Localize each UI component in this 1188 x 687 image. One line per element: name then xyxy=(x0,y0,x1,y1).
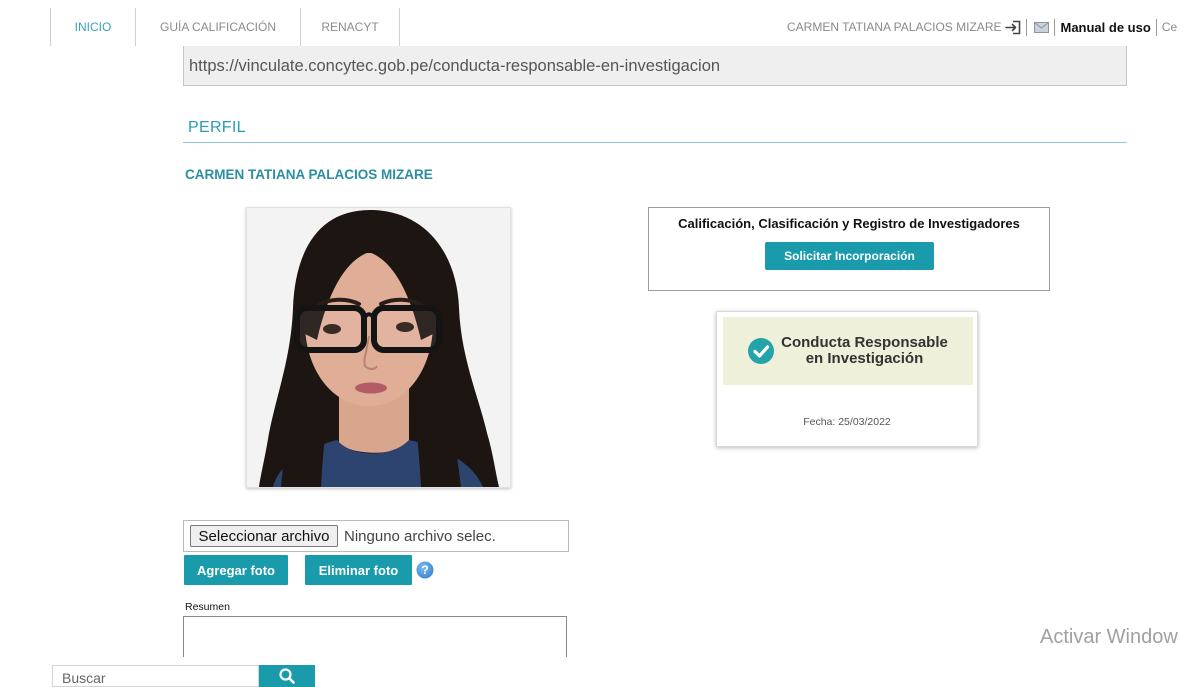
add-photo-button[interactable]: Agregar foto xyxy=(184,555,288,585)
activation-watermark: Activar Window xyxy=(1040,626,1178,648)
badge-date: Fecha: 25/03/2022 xyxy=(803,416,891,428)
choose-file-button[interactable]: Seleccionar archivo xyxy=(190,525,338,547)
logout-icon[interactable] xyxy=(1004,20,1021,35)
search-icon xyxy=(279,668,295,684)
summary-textarea[interactable] xyxy=(183,616,567,657)
separator xyxy=(1155,18,1157,36)
manual-de-uso-link[interactable]: Manual de uso xyxy=(1060,20,1150,35)
tab-label: INICIO xyxy=(74,20,112,34)
tab-guia-calificacion[interactable]: GUÍA CALIFICACIÓN xyxy=(135,8,300,46)
profile-photo xyxy=(246,207,511,488)
search-bar xyxy=(0,657,1188,687)
remove-photo-button[interactable]: Eliminar foto xyxy=(305,555,412,585)
help-glyph: ? xyxy=(421,563,428,577)
tab-inicio[interactable]: INICIO xyxy=(50,8,135,46)
search-input[interactable] xyxy=(52,665,259,687)
file-input[interactable]: Seleccionar archivo Ninguno archivo sele… xyxy=(183,520,569,552)
page-content: INICIO GUÍA CALIFICACIÓN RENACYT CARMEN … xyxy=(0,0,1188,657)
section-divider xyxy=(183,142,1127,143)
truncated-nav-link[interactable]: Ce xyxy=(1162,20,1177,34)
user-menu: CARMEN TATIANA PALACIOS MIZARE Manual de… xyxy=(787,8,1188,46)
section-title-perfil: PERFIL xyxy=(188,119,246,136)
registry-panel: Calificación, Clasificación y Registro d… xyxy=(648,207,1050,291)
summary-label: Resumen xyxy=(185,601,230,613)
check-circle-icon xyxy=(748,338,775,364)
help-icon[interactable]: ? xyxy=(416,561,434,579)
profile-full-name: CARMEN TATIANA PALACIOS MIZARE xyxy=(185,167,433,182)
file-status-text: Ninguno archivo selec. xyxy=(344,527,496,545)
registry-title: Calificación, Clasificación y Registro d… xyxy=(678,216,1020,231)
separator xyxy=(1054,18,1056,36)
tab-label: GUÍA CALIFICACIÓN xyxy=(159,20,277,34)
envelope-icon[interactable] xyxy=(1034,21,1050,33)
tab-label: RENACYT xyxy=(321,20,379,34)
badge-title-line1: Conducta Responsable xyxy=(781,334,948,351)
conduct-badge-card: Conducta Responsable en Investigación Fe… xyxy=(716,311,978,447)
search-button[interactable] xyxy=(259,665,315,687)
conduct-url[interactable]: https://vinculate.concytec.gob.pe/conduc… xyxy=(189,57,720,75)
user-name-link[interactable]: CARMEN TATIANA PALACIOS MIZARE xyxy=(787,20,1001,34)
badge-title: Conducta Responsable en Investigación xyxy=(781,335,948,367)
tab-renacyt[interactable]: RENACYT xyxy=(300,8,400,46)
badge-title-line2: en Investigación xyxy=(805,350,924,367)
separator xyxy=(1026,18,1028,36)
solicitar-incorporacion-button[interactable]: Solicitar Incorporación xyxy=(765,242,934,270)
badge-banner: Conducta Responsable en Investigación xyxy=(723,317,973,385)
top-navigation: INICIO GUÍA CALIFICACIÓN RENACYT CARMEN … xyxy=(0,0,1188,46)
